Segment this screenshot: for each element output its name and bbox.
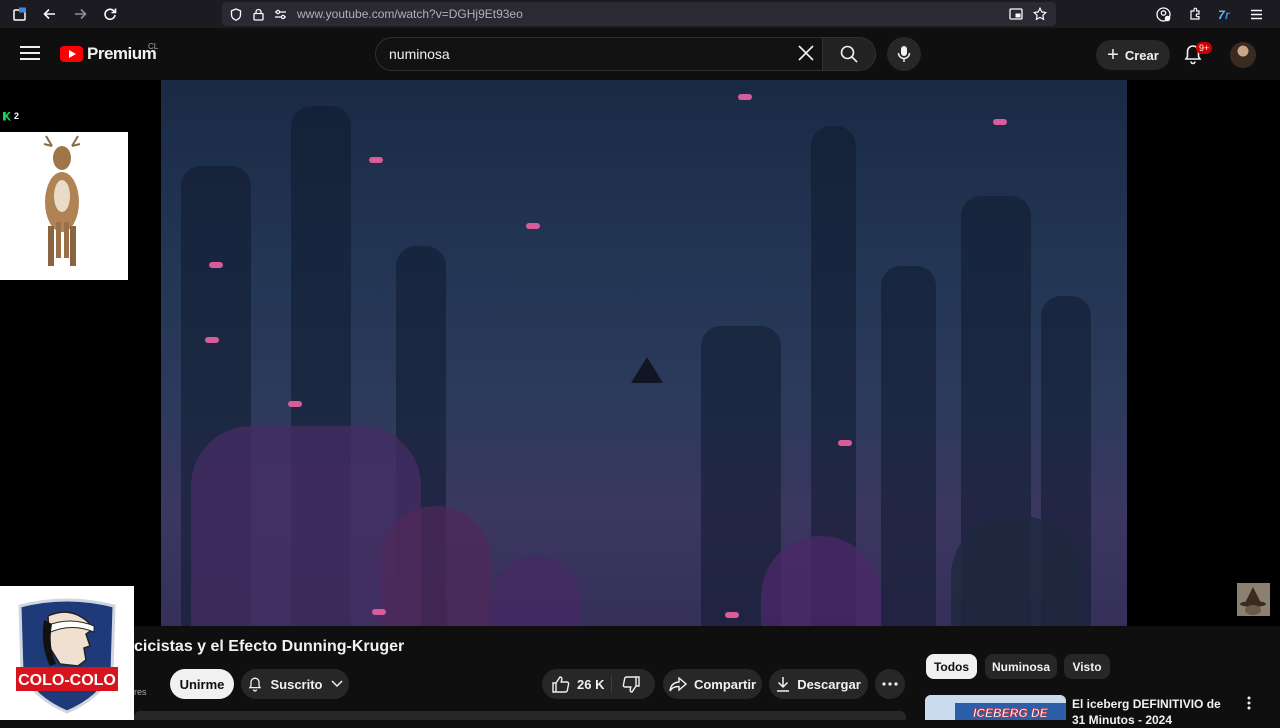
like-count[interactable]: 26 K bbox=[577, 677, 604, 692]
scene-fish bbox=[205, 337, 219, 343]
share-button[interactable]: Compartir bbox=[663, 669, 762, 699]
chip-todos[interactable]: Todos bbox=[926, 654, 977, 679]
download-button[interactable]: Descargar bbox=[769, 669, 868, 699]
like-dislike-group: 26 K bbox=[542, 669, 655, 699]
create-button[interactable]: + Crear bbox=[1096, 40, 1170, 70]
recommendation-title[interactable]: El iceberg DEFINITIVIO de 31 Minutos - 2… bbox=[1072, 696, 1234, 728]
download-label: Descargar bbox=[797, 676, 861, 692]
youtube-header: Premium CL + Crear 9+ bbox=[0, 28, 1280, 80]
subscriber-count-label: res bbox=[134, 687, 147, 697]
guide-menu-icon[interactable] bbox=[18, 42, 42, 66]
forward-icon[interactable] bbox=[65, 0, 95, 28]
plus-icon: + bbox=[1107, 43, 1119, 66]
scene-fish bbox=[209, 262, 223, 268]
scene-mound bbox=[491, 556, 581, 626]
subscribed-button[interactable]: Suscrito bbox=[241, 669, 349, 699]
join-button[interactable]: Unirme bbox=[170, 669, 234, 699]
more-horizontal-icon bbox=[882, 682, 898, 686]
deer-image bbox=[0, 132, 128, 280]
create-label: Crear bbox=[1124, 47, 1159, 63]
avatar[interactable] bbox=[1230, 42, 1256, 68]
scene-fish bbox=[738, 94, 752, 100]
colo-colo-text: COLO-COLO bbox=[18, 672, 116, 689]
voice-search-button[interactable] bbox=[887, 37, 921, 71]
recommendation-menu-icon[interactable] bbox=[1247, 696, 1251, 713]
logo-text: Premium bbox=[87, 44, 157, 63]
clear-search-icon[interactable] bbox=[796, 44, 816, 64]
share-icon bbox=[669, 676, 687, 692]
chip-visto[interactable]: Visto bbox=[1064, 654, 1110, 679]
like-icon[interactable] bbox=[552, 675, 570, 693]
url-bar[interactable]: www.youtube.com/watch?v=DGHj9Et93eo bbox=[222, 2, 1056, 26]
country-code: CL bbox=[148, 42, 159, 51]
scene-fish bbox=[725, 612, 739, 618]
right-margin bbox=[1127, 80, 1280, 626]
video-player[interactable] bbox=[161, 80, 1127, 626]
menu-icon[interactable] bbox=[1241, 0, 1272, 28]
notification-badge: 9+ bbox=[1196, 42, 1213, 54]
scene-pillar bbox=[881, 266, 936, 626]
scene-fish bbox=[526, 223, 540, 229]
scene-mound bbox=[951, 516, 1081, 626]
youtube-premium-logo[interactable]: Premium bbox=[60, 44, 157, 64]
scene-fish bbox=[369, 157, 383, 163]
share-label: Compartir bbox=[693, 676, 757, 692]
bell-icon bbox=[247, 676, 263, 692]
scene-fish bbox=[288, 401, 302, 407]
recommendation-thumbnail[interactable]: ICEBERG DE bbox=[925, 695, 1066, 720]
tab-view-icon[interactable] bbox=[5, 0, 35, 28]
search-button[interactable] bbox=[822, 37, 876, 71]
chevron-down-icon bbox=[330, 680, 343, 688]
like-separator bbox=[611, 675, 612, 693]
permissions-icon[interactable] bbox=[269, 2, 291, 26]
subscribed-label: Suscrito bbox=[270, 676, 323, 692]
k-icon bbox=[3, 111, 11, 121]
browser-toolbar: www.youtube.com/watch?v=DGHj9Et93eo 7r bbox=[0, 0, 1280, 28]
search-box[interactable] bbox=[375, 37, 823, 71]
youtube-play-icon bbox=[60, 46, 83, 62]
translate-extension-icon[interactable]: 7r bbox=[1210, 0, 1241, 28]
reload-icon[interactable] bbox=[95, 0, 125, 28]
k-counter: 2 bbox=[3, 111, 19, 121]
picture-in-picture-icon[interactable] bbox=[1004, 2, 1028, 26]
search-input[interactable] bbox=[376, 46, 776, 62]
lock-icon[interactable] bbox=[247, 2, 269, 26]
account-icon[interactable] bbox=[1148, 0, 1179, 28]
scene-fish bbox=[838, 440, 852, 446]
dislike-icon[interactable] bbox=[622, 676, 640, 693]
wizard-avatar bbox=[1237, 583, 1270, 616]
video-title: cicistas y el Efecto Dunning-Kruger bbox=[134, 638, 405, 655]
scene-mound bbox=[381, 506, 491, 626]
scene-cone bbox=[631, 357, 663, 383]
back-icon[interactable] bbox=[35, 0, 65, 28]
search-icon bbox=[840, 45, 858, 63]
scene-fish bbox=[993, 119, 1007, 125]
url-text[interactable]: www.youtube.com/watch?v=DGHj9Et93eo bbox=[297, 7, 523, 21]
scene-fish bbox=[372, 609, 386, 615]
extensions-icon[interactable] bbox=[1179, 0, 1210, 28]
more-actions-button[interactable] bbox=[875, 669, 905, 699]
colo-colo-logo: COLO-COLO bbox=[0, 586, 134, 720]
microphone-icon bbox=[897, 46, 911, 62]
bookmark-star-icon[interactable] bbox=[1028, 2, 1052, 26]
description-box[interactable] bbox=[134, 711, 906, 720]
thumbnail-text: ICEBERG DE bbox=[973, 706, 1049, 720]
chip-numinosa[interactable]: Numinosa bbox=[985, 654, 1057, 679]
k-count: 2 bbox=[14, 111, 20, 121]
download-icon bbox=[776, 676, 790, 692]
svg-text:r: r bbox=[1225, 8, 1231, 20]
shield-icon[interactable] bbox=[225, 2, 247, 26]
